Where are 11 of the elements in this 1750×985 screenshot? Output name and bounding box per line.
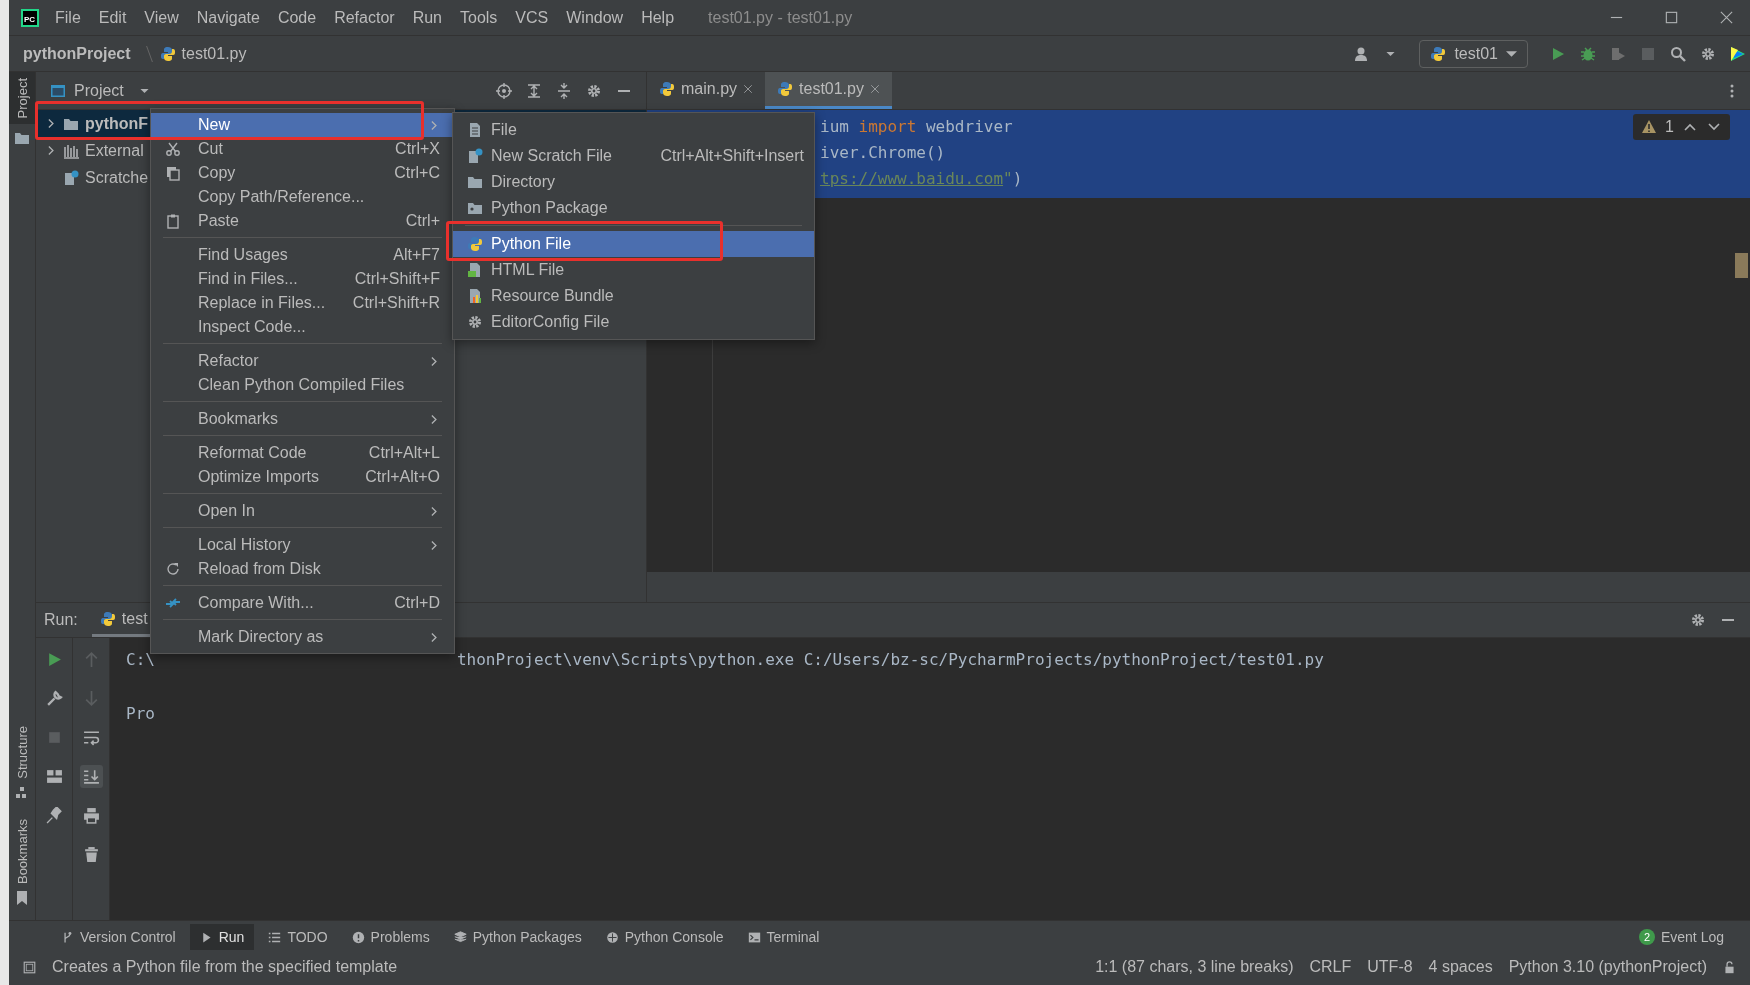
code-line: ium import webdriver [820, 116, 1013, 138]
count-badge: 2 [1638, 929, 1655, 945]
window-title: test01.py - test01.py [708, 8, 853, 27]
console-text: Pro [126, 703, 155, 725]
run-label: Run: [44, 611, 78, 629]
code-line: tps://www.baidu.com") [820, 168, 1023, 190]
status-message: Creates a Python file from the specified template [52, 958, 398, 976]
console-text: C:\ [126, 649, 155, 671]
app-logo: PC [21, 8, 39, 27]
code-line: iver.Chrome() [820, 142, 946, 164]
console-text: thonProject\venv\Scripts\python.exe C:/Users/bz-sc/PycharmProjects/pythonProject/test01.py [456, 649, 1324, 671]
